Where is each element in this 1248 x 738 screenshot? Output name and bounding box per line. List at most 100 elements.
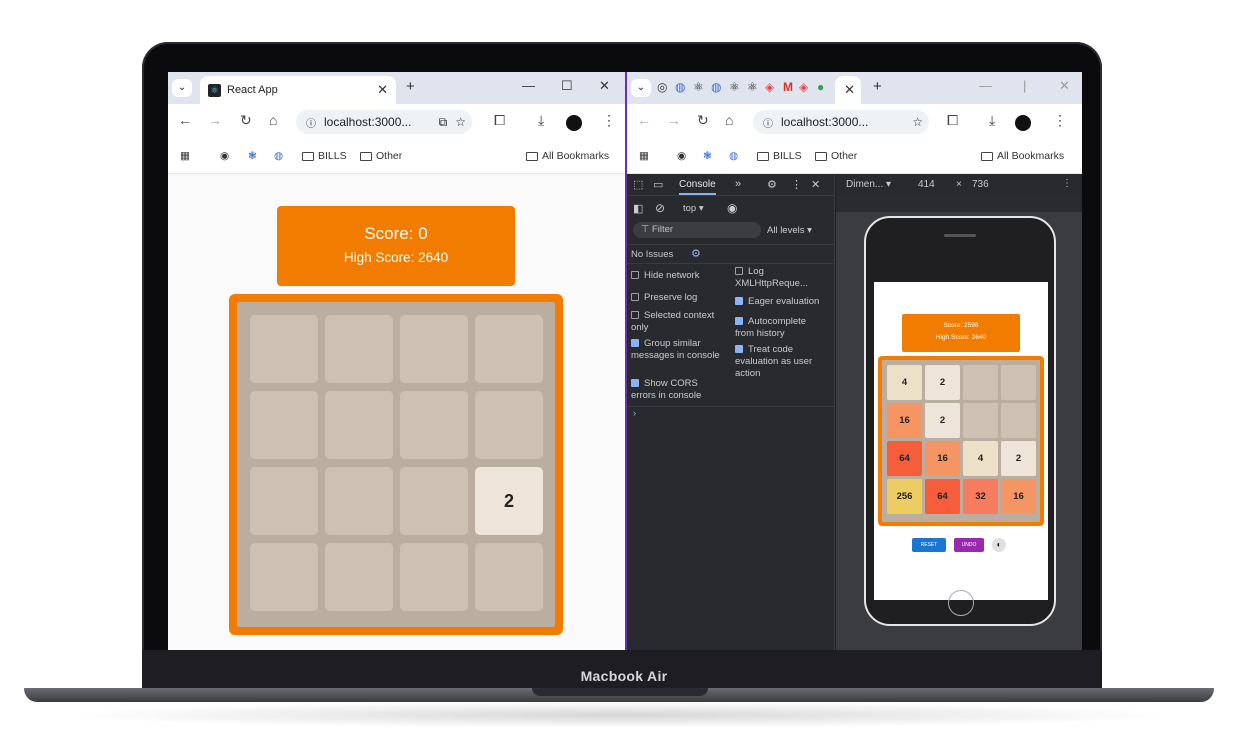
phone-game-board[interactable]: 4 2 16 2 64 16 4 2 256 64 32 16 [878,356,1044,526]
extensions-icon[interactable]: ⧠ [494,112,505,129]
star-icon[interactable]: ☆ [455,115,466,129]
close-window-icon[interactable]: ✕ [599,78,610,94]
clear-console-icon[interactable]: ⊘ [655,201,665,215]
tab-icon-10[interactable]: ● [817,80,824,94]
bookmark-icon-1[interactable]: ◉ [677,150,686,162]
console-option[interactable]: Log XMLHttpReque... [735,266,827,290]
site-info-icon[interactable]: ⓘ [306,115,316,130]
new-tab-icon[interactable]: + [873,78,882,95]
tab-search-chevron-icon[interactable]: ⌄ [631,79,651,97]
console-option[interactable]: Preserve log [631,292,723,304]
game-board[interactable]: 2 [229,294,563,635]
checkbox[interactable] [735,345,743,354]
settings-gear-icon[interactable]: ⚙ [691,247,701,260]
all-bookmarks[interactable]: All Bookmarks [526,150,609,162]
console-option[interactable]: Show CORS errors in console [631,378,723,402]
minimize-icon[interactable]: — [522,78,535,93]
inspect-icon[interactable]: ⬚ [633,178,643,191]
forward-icon[interactable]: → [208,112,222,128]
bookmark-icon-2[interactable]: ❃ [248,150,257,162]
download-icon[interactable]: ⤓ [538,112,544,129]
checkbox[interactable] [631,379,639,388]
minimize-icon[interactable]: — [979,78,992,93]
github-icon[interactable]: ◎ [657,80,667,94]
levels-select[interactable]: All levels ▾ [767,225,812,236]
close-window-icon[interactable]: ✕ [1059,78,1070,94]
address-bar[interactable]: ⓘ localhost:3000... ☆ [753,110,929,134]
bookmark-icon-3[interactable]: ◍ [274,150,283,162]
react-icon[interactable]: ⚛ [747,80,758,94]
checkbox[interactable] [735,297,743,306]
device-menu-icon[interactable]: ⋮ [1062,178,1072,189]
issues-label[interactable]: No Issues [631,249,673,260]
close-tab-icon[interactable]: ✕ [844,82,855,98]
profile-avatar[interactable] [1015,115,1031,131]
tab-console[interactable]: Console [679,179,716,195]
site-info-icon[interactable]: ⓘ [763,115,773,130]
tab-icon-2[interactable]: ◍ [675,80,685,94]
console-option[interactable]: Group similar messages in console [631,338,723,362]
restore-icon[interactable]: | [1023,78,1026,93]
apps-icon[interactable]: ▦ [639,150,649,162]
console-option[interactable]: Autocomplete from history [735,316,827,340]
more-tabs-icon[interactable]: » [735,178,741,190]
kebab-icon[interactable]: ⋮ [791,178,802,191]
checkbox[interactable] [735,267,743,276]
close-devtools-icon[interactable]: ✕ [811,178,820,191]
home-icon[interactable]: ⌂ [269,112,277,128]
width-input[interactable]: 414 [918,179,935,190]
bookmark-folder-bills[interactable]: BILLS [302,150,347,162]
console-option[interactable]: Eager evaluation [735,296,827,308]
home-icon[interactable]: ⌂ [725,112,733,128]
dimensions-select[interactable]: Dimen... ▾ [846,179,891,190]
bookmark-icon-3[interactable]: ◍ [729,150,738,162]
profile-avatar[interactable] [566,115,582,131]
tab-icon-7[interactable]: ◈ [765,80,774,94]
checkbox[interactable] [631,311,639,320]
bookmark-folder-other[interactable]: Other [360,150,402,162]
install-icon[interactable]: ⧉ [439,115,448,130]
height-input[interactable]: 736 [972,179,989,190]
extensions-icon[interactable]: ⧠ [947,112,958,129]
theme-toggle-icon[interactable]: ◐ [992,538,1006,552]
active-tab[interactable]: ✕ [835,76,861,104]
react-icon[interactable]: ⚛ [729,80,740,94]
gmail-icon[interactable]: M [783,80,793,94]
eye-icon[interactable]: ◉ [727,201,737,215]
address-bar[interactable]: ⓘ localhost:3000... ⧉ ☆ [296,110,472,134]
apps-icon[interactable]: ▦ [180,150,190,162]
bookmark-folder-other[interactable]: Other [815,150,857,162]
all-bookmarks[interactable]: All Bookmarks [981,150,1064,162]
undo-button[interactable]: UNDO [954,538,984,552]
bookmark-icon-2[interactable]: ❃ [703,150,712,162]
maximize-icon[interactable]: ☐ [561,78,573,94]
device-toggle-icon[interactable]: ▭ [653,178,663,191]
new-tab-icon[interactable]: + [406,78,415,95]
tab-icon-9[interactable]: ◈ [799,80,808,94]
context-select[interactable]: top ▾ [683,203,704,214]
back-icon[interactable]: ← [178,112,192,128]
checkbox[interactable] [735,317,743,326]
tab-icon-4[interactable]: ◍ [711,80,721,94]
checkbox[interactable] [631,293,639,302]
reset-button[interactable]: RESET [912,538,946,552]
close-tab-icon[interactable]: ✕ [377,82,388,98]
gear-icon[interactable]: ⚙ [767,178,777,191]
menu-icon[interactable]: ⋮ [602,112,616,129]
console-option[interactable]: Treat code evaluation as user action [735,344,827,380]
menu-icon[interactable]: ⋮ [1053,112,1067,129]
back-icon[interactable]: ← [637,112,651,128]
sidebar-icon[interactable]: ◧ [633,202,643,215]
reload-icon[interactable]: ↻ [240,112,252,129]
console-prompt[interactable]: › [633,408,636,419]
star-icon[interactable]: ☆ [912,115,923,129]
tab-search-chevron-icon[interactable]: ⌄ [172,79,192,97]
checkbox[interactable] [631,339,639,348]
filter-input[interactable]: ⊤ Filter [633,222,761,238]
download-icon[interactable]: ⤓ [989,112,995,129]
checkbox[interactable] [631,271,639,280]
react-icon[interactable]: ⚛ [693,80,704,94]
bookmark-folder-bills[interactable]: BILLS [757,150,802,162]
tab-react-app[interactable]: ⚛ React App ✕ [200,76,396,104]
console-option[interactable]: Hide network [631,270,723,282]
